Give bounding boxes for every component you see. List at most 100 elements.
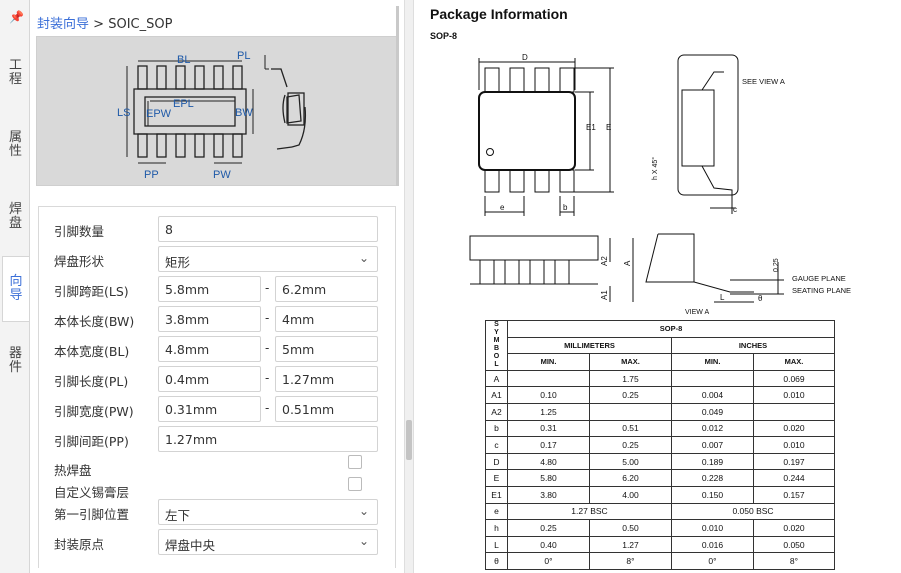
- pin-count-input[interactable]: 8: [158, 216, 378, 242]
- table-cell: 0.25: [507, 519, 590, 537]
- table-cell: 0.157: [753, 485, 835, 504]
- table-cell: 0.25: [589, 386, 672, 404]
- table-cell: 0.049: [671, 402, 754, 421]
- range-dash: -: [265, 311, 270, 325]
- row-pw: 引脚宽度(PW) 0.31mm - 0.51mm: [39, 396, 397, 422]
- table-cell: 0.016: [671, 535, 754, 554]
- pin-icon[interactable]: 📌: [9, 10, 24, 24]
- dim-h45: h X 45°: [651, 157, 659, 180]
- tab-project[interactable]: 工程: [2, 40, 29, 106]
- table-row: h 0.25 0.50 0.010 0.020: [485, 519, 835, 537]
- dim-b: b: [563, 203, 568, 212]
- tab-properties[interactable]: 属性: [2, 112, 29, 178]
- range-dash: -: [265, 281, 270, 295]
- row-pin1-position: 第一引脚位置 左下 ⌄: [39, 499, 397, 525]
- table-cell: b: [485, 419, 508, 438]
- tab-wizard[interactable]: 向导: [2, 256, 29, 322]
- origin-select[interactable]: 焊盘中央 ⌄: [158, 529, 378, 555]
- bl-min-input[interactable]: 4.8mm: [158, 336, 261, 362]
- range-dash: -: [265, 341, 270, 355]
- table-cell: 5.80: [507, 469, 590, 487]
- row-bw: 本体长度(BW) 3.8mm - 4mm: [39, 306, 397, 332]
- ls-label: 引脚跨距(LS): [54, 284, 129, 299]
- tab-pads[interactable]: 焊盘: [2, 184, 29, 250]
- table-cell: 0.020: [753, 419, 835, 438]
- thermal-pad-checkbox[interactable]: [348, 455, 362, 469]
- ls-min-input[interactable]: 5.8mm: [158, 276, 261, 302]
- mm-header: MILLIMETERS: [507, 336, 672, 355]
- range-dash: -: [265, 371, 270, 385]
- pin-count-label: 引脚数量: [54, 224, 105, 239]
- dim-a2: A2: [600, 256, 609, 266]
- table-row: θ 0° 8° 0° 8°: [485, 552, 835, 570]
- pw-min-input[interactable]: 0.31mm: [158, 396, 261, 422]
- table-cell: 0.51: [589, 419, 672, 438]
- pad-shape-select[interactable]: 矩形 ⌄: [158, 246, 378, 272]
- dim-theta: θ: [758, 294, 763, 303]
- datasheet-viewer: Package Information SOP-8 D E1 E e b c S…: [414, 0, 901, 573]
- table-cell: 1.25: [507, 402, 590, 421]
- custom-paste-checkbox[interactable]: [348, 477, 362, 491]
- ls-max-input[interactable]: 6.2mm: [275, 276, 378, 302]
- splitter-handle[interactable]: [406, 420, 412, 460]
- range-dash: -: [265, 401, 270, 415]
- table-cell: 0°: [671, 552, 754, 570]
- table-cell: 0.020: [753, 519, 835, 537]
- table-row: A2 1.25 0.049: [485, 402, 835, 421]
- row-pin-count: 引脚数量 8: [39, 216, 397, 242]
- row-pp: 引脚间距(PP) 1.27mm: [39, 426, 397, 452]
- table-cell: 0°: [507, 552, 590, 570]
- table-row: D 4.80 5.00 0.189 0.197: [485, 452, 835, 471]
- row-pad-shape: 焊盘形状 矩形 ⌄: [39, 246, 397, 272]
- bw-label: 本体长度(BW): [54, 314, 135, 329]
- chevron-down-icon: ⌄: [358, 534, 369, 548]
- breadcrumb-current: SOIC_SOP: [108, 17, 173, 32]
- table-row: L 0.40 1.27 0.016 0.050: [485, 535, 835, 554]
- table-cell: 0.050: [753, 535, 835, 554]
- label-bw: BW: [235, 107, 253, 119]
- pin1-position-select[interactable]: 左下 ⌄: [158, 499, 378, 525]
- table-cell: 0.150: [671, 485, 754, 504]
- table-cell: E1: [485, 485, 508, 504]
- table-cell: 4.80: [507, 452, 590, 471]
- in-max-header: MAX.: [753, 353, 835, 371]
- table-row: e 1.27 BSC 0.050 BSC: [485, 502, 835, 521]
- chevron-down-icon: ⌄: [358, 251, 369, 265]
- pl-min-input[interactable]: 0.4mm: [158, 366, 261, 392]
- bw-min-input[interactable]: 3.8mm: [158, 306, 261, 332]
- tab-components[interactable]: 器件: [2, 328, 29, 394]
- vertical-tab-strip: 📌 工程 属性 焊盘 向导 器件: [0, 0, 30, 573]
- pl-max-input[interactable]: 1.27mm: [275, 366, 378, 392]
- table-cell: A2: [485, 402, 508, 421]
- table-cell: 1.75: [589, 369, 672, 388]
- table-cell: 0.050 BSC: [671, 502, 835, 521]
- mm-min-header: MIN.: [507, 353, 590, 371]
- pw-max-input[interactable]: 0.51mm: [275, 396, 378, 422]
- table-cell: 0.25: [589, 436, 672, 454]
- bl-max-input[interactable]: 5mm: [275, 336, 378, 362]
- tab-project-label: 工程: [8, 58, 22, 87]
- table-cell: θ: [485, 552, 508, 570]
- breadcrumb-wizard-link[interactable]: 封装向导: [37, 17, 89, 32]
- row-bl: 本体宽度(BL) 4.8mm - 5mm: [39, 336, 397, 362]
- table-cell: [507, 369, 590, 388]
- label-pw: PW: [213, 169, 231, 181]
- table-cell: E: [485, 469, 508, 487]
- panel-scrollbar[interactable]: [396, 6, 399, 186]
- pp-input[interactable]: 1.27mm: [158, 426, 378, 452]
- chevron-down-icon: ⌄: [358, 504, 369, 518]
- row-pl: 引脚长度(PL) 0.4mm - 1.27mm: [39, 366, 397, 392]
- see-view-a: SEE VIEW A: [742, 77, 785, 86]
- tab-pads-label: 焊盘: [8, 202, 22, 231]
- panel-splitter[interactable]: [404, 0, 414, 573]
- table-row: A 1.75 0.069: [485, 369, 835, 388]
- pw-label: 引脚宽度(PW): [54, 404, 134, 419]
- table-cell: 0.197: [753, 452, 835, 471]
- table-header: SOP-8: [507, 320, 835, 338]
- table-cell: 6.20: [589, 469, 672, 487]
- pp-label: 引脚间距(PP): [54, 434, 129, 449]
- table-cell: 0.010: [753, 436, 835, 454]
- bw-max-input[interactable]: 4mm: [275, 306, 378, 332]
- table-cell: D: [485, 452, 508, 471]
- dim-d: D: [522, 53, 528, 62]
